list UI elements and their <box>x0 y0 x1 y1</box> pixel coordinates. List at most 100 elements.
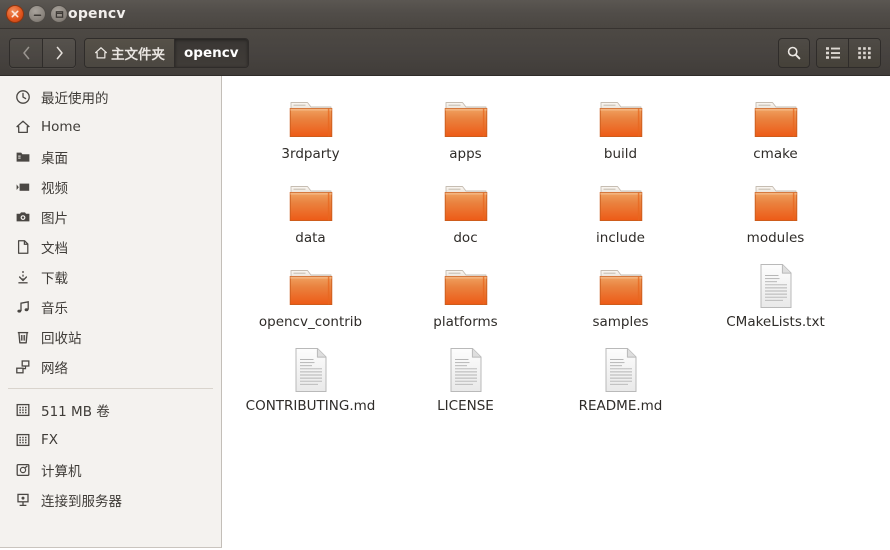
maximize-button[interactable] <box>50 5 68 23</box>
folder-icon-box <box>440 90 492 142</box>
list-view-button[interactable] <box>817 39 848 67</box>
folder-icon <box>599 102 642 138</box>
back-button[interactable] <box>10 39 42 67</box>
item-label: opencv_contrib <box>258 314 363 330</box>
folder-icon <box>289 186 332 222</box>
sidebar-item-connect-to-server[interactable]: 连接到服务器 <box>0 485 221 515</box>
item-label: platforms <box>433 314 498 330</box>
sidebar-item-recent[interactable]: 最近使用的 <box>0 82 221 112</box>
sidebar-item-music[interactable]: 音乐 <box>0 292 221 322</box>
sidebar-item-desktop[interactable]: 桌面 <box>0 142 221 172</box>
folder-icon <box>289 270 332 306</box>
file-item[interactable]: CONTRIBUTING.md <box>233 334 388 418</box>
connect-server-icon <box>14 492 31 509</box>
item-label: include <box>596 230 645 246</box>
navigation-buttons <box>9 38 76 68</box>
network-icon <box>14 359 31 376</box>
minimize-icon <box>33 14 41 16</box>
sidebar-item-label: 音乐 <box>41 301 68 317</box>
sidebar-item-label: 桌面 <box>41 151 68 167</box>
sidebar-item-downloads[interactable]: 下载 <box>0 262 221 292</box>
folder-item[interactable]: opencv_contrib <box>233 250 388 334</box>
document-icon <box>14 239 31 256</box>
text-document-icon <box>295 348 326 392</box>
video-icon <box>14 179 31 196</box>
item-label: apps <box>449 146 482 162</box>
sidebar-item-pictures[interactable]: 图片 <box>0 202 221 232</box>
folder-icon-box <box>285 258 337 310</box>
window-title: opencv <box>68 6 126 22</box>
sidebar-item-label: 文档 <box>41 241 68 257</box>
list-view-icon <box>825 47 840 59</box>
sidebar-item-label: Home <box>41 119 81 135</box>
view-mode-group <box>816 38 881 68</box>
sidebar-item-label: 回收站 <box>41 331 82 347</box>
sidebar-item-trash[interactable]: 回收站 <box>0 322 221 352</box>
grid-view-icon <box>858 47 871 59</box>
folder-item[interactable]: apps <box>388 82 543 166</box>
drive-icon <box>14 402 31 419</box>
forward-button[interactable] <box>42 39 75 67</box>
maximize-icon <box>55 10 63 18</box>
sidebar-item-computer[interactable]: 计算机 <box>0 455 221 485</box>
trash-icon <box>14 329 31 346</box>
home-icon <box>14 119 31 136</box>
folder-item[interactable]: build <box>543 82 698 166</box>
drive-icon <box>14 432 31 449</box>
breadcrumb-item-current[interactable]: opencv <box>174 39 248 67</box>
file-item[interactable]: CMakeLists.txt <box>698 250 853 334</box>
text-document-icon <box>450 348 481 392</box>
desktop-folder-icon <box>14 149 31 166</box>
toolbar: 主文件夹 opencv <box>0 29 890 76</box>
folder-icon <box>754 186 797 222</box>
sidebar-divider <box>8 388 213 389</box>
sidebar-item-label: 最近使用的 <box>41 91 109 107</box>
sidebar-item-network[interactable]: 网络 <box>0 352 221 382</box>
item-label: build <box>603 146 638 162</box>
sidebar-item-label: FX <box>41 432 59 448</box>
body-area: 最近使用的 Home 桌面 视频 图片 文档 下载 音乐 回收站 网络 511 … <box>0 76 890 550</box>
folder-item[interactable]: 3rdparty <box>233 82 388 166</box>
sidebar-item-label: 511 MB 卷 <box>41 404 110 420</box>
folder-item[interactable]: modules <box>698 166 853 250</box>
minimize-button[interactable] <box>28 5 46 23</box>
folder-icon <box>599 186 642 222</box>
search-button[interactable] <box>778 38 810 68</box>
folder-icon-box <box>595 90 647 142</box>
sidebar-item-volume-511mb[interactable]: 511 MB 卷 <box>0 395 221 425</box>
download-icon <box>14 269 31 286</box>
file-item[interactable]: LICENSE <box>388 334 543 418</box>
file-item[interactable]: README.md <box>543 334 698 418</box>
folder-item[interactable]: samples <box>543 250 698 334</box>
folder-item[interactable]: platforms <box>388 250 543 334</box>
file-list-view[interactable]: 3rdparty apps build cmake data doc inclu… <box>223 76 890 550</box>
folder-item[interactable]: cmake <box>698 82 853 166</box>
sidebar-item-home[interactable]: Home <box>0 112 221 142</box>
text-document-icon <box>760 264 791 308</box>
item-label: CONTRIBUTING.md <box>245 398 376 414</box>
breadcrumb-item-home[interactable]: 主文件夹 <box>85 39 174 67</box>
toolbar-right-buttons <box>778 38 881 68</box>
icon-grid: 3rdparty apps build cmake data doc inclu… <box>233 82 883 418</box>
close-button[interactable] <box>6 5 24 23</box>
home-icon <box>94 47 108 59</box>
item-label: cmake <box>753 146 798 162</box>
folder-item[interactable]: include <box>543 166 698 250</box>
sidebar-item-documents[interactable]: 文档 <box>0 232 221 262</box>
file-icon-box <box>440 342 492 394</box>
titlebar: opencv <box>0 0 890 29</box>
folder-icon-box <box>595 174 647 226</box>
computer-icon <box>14 462 31 479</box>
clock-icon <box>14 89 31 106</box>
folder-item[interactable]: data <box>233 166 388 250</box>
folder-item[interactable]: doc <box>388 166 543 250</box>
chevron-left-icon <box>22 46 29 60</box>
folder-icon-box <box>440 174 492 226</box>
sidebar-item-label: 计算机 <box>41 464 82 480</box>
folder-icon-box <box>595 258 647 310</box>
file-icon-box <box>595 342 647 394</box>
breadcrumb-label: 主文件夹 <box>111 47 165 63</box>
grid-view-button[interactable] <box>848 39 880 67</box>
sidebar-item-videos[interactable]: 视频 <box>0 172 221 202</box>
sidebar-item-volume-fx[interactable]: FX <box>0 425 221 455</box>
